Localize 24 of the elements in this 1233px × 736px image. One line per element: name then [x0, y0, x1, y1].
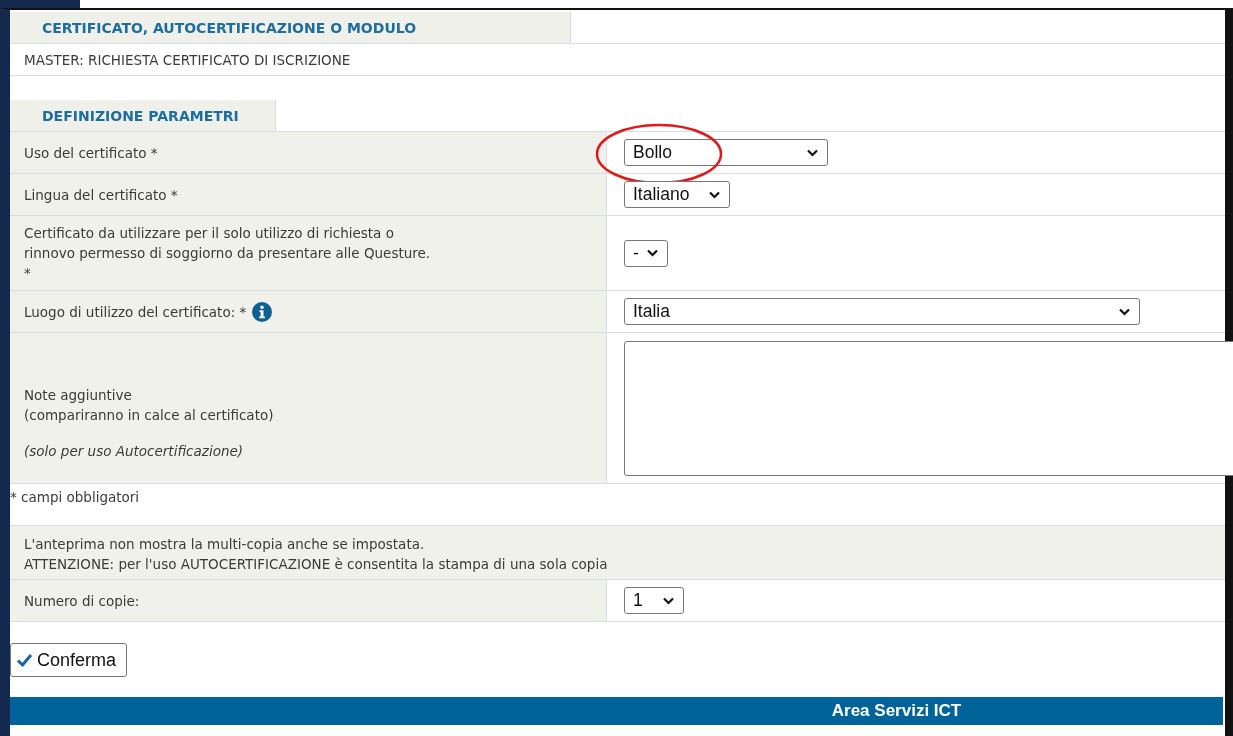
field-hint: (solo per uso Autocertificazione)	[24, 443, 244, 459]
chevron-icon	[708, 190, 721, 199]
field-label: Certificato da utilizzare per il solo utilizzo di richiesta o rinnovo permesso di soggiorno da presentare alle Questure. *	[24, 224, 431, 283]
dropdown[interactable]: -	[624, 239, 668, 267]
dropdown[interactable]: Bollo	[624, 139, 828, 166]
checkmark-icon	[16, 653, 33, 667]
info-icon[interactable]	[252, 301, 273, 322]
footer-text: Area Servizi ICT	[831, 701, 962, 721]
notice-text: L'anteprima non mostra la multi-copia anche se impostata. ATTENZIONE: per l'uso AUTOCERTIFICAZIONE è consentita la stampa di una sola copia	[10, 526, 1225, 580]
chevron-icon	[1118, 307, 1131, 316]
field-label: Luogo di utilizzo del certificato: *	[24, 302, 247, 322]
notes-field[interactable]	[624, 340, 1233, 476]
field-label: Uso del certificato *	[24, 143, 158, 163]
dropdown[interactable]: Italiano	[624, 181, 730, 208]
chevron-icon	[806, 148, 819, 157]
confirm-button[interactable]: Conferma	[10, 643, 128, 677]
chevron-icon	[646, 249, 659, 257]
dropdown[interactable]: Italia	[624, 298, 1140, 325]
request-title: MASTER: RICHIESTA CERTIFICATO DI ISCRIZIONE	[10, 44, 1225, 76]
field-label: Lingua del certificato *	[24, 185, 178, 205]
dropdown[interactable]: 1	[624, 587, 684, 614]
field-label: Note aggiuntive (compariranno in calce al certificato)	[24, 387, 274, 423]
chevron-icon	[662, 596, 675, 605]
field-label: Numero di copie:	[24, 591, 140, 611]
